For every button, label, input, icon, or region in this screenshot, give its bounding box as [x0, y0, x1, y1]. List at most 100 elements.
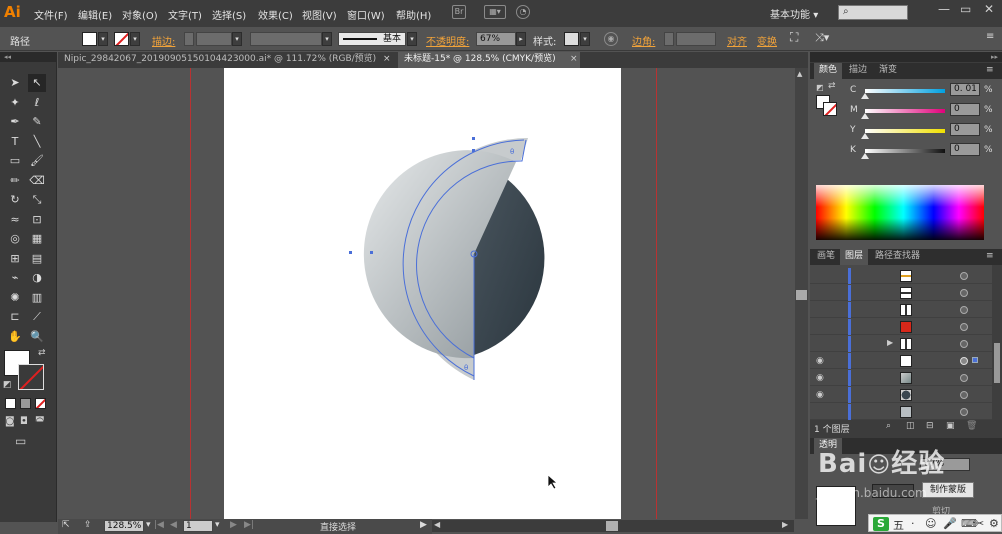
menu-window[interactable]: 窗口(W): [347, 7, 385, 22]
ime-mic-icon[interactable]: 🎤: [943, 517, 957, 530]
expand-arrow-icon[interactable]: ▶: [887, 338, 893, 347]
profile-dropdown[interactable]: ▾: [322, 32, 332, 46]
ime-skin-icon[interactable]: ✂: [975, 517, 984, 530]
opacity-dropdown[interactable]: ▸: [516, 32, 526, 46]
pen-tool[interactable]: ✒: [6, 113, 24, 131]
shape-builder-tool[interactable]: ◎: [6, 230, 24, 248]
horizontal-scroll-thumb[interactable]: [606, 521, 618, 531]
layers-scrollbar[interactable]: [992, 265, 1002, 422]
vertical-scrollbar[interactable]: ▲: [795, 68, 808, 519]
draw-inside-icon[interactable]: ◚: [35, 416, 45, 427]
recolor-artwork-icon[interactable]: ◉: [604, 32, 618, 46]
magenta-slider-thumb[interactable]: [861, 113, 869, 119]
corner-link[interactable]: 边角:: [632, 33, 655, 48]
screen-mode-icon[interactable]: ▭: [15, 434, 26, 448]
align-options-icon[interactable]: ⤨▾: [815, 31, 829, 45]
none-mode-button[interactable]: [35, 398, 46, 409]
target-icon[interactable]: [960, 374, 968, 382]
new-sublayer-icon[interactable]: ⊟: [926, 421, 934, 431]
stroke-swatch[interactable]: [114, 32, 129, 46]
target-icon[interactable]: [960, 391, 968, 399]
column-graph-tool[interactable]: ▥: [28, 289, 46, 307]
magenta-slider-track[interactable]: [865, 109, 945, 113]
type-tool[interactable]: T: [6, 133, 24, 151]
slice-tool[interactable]: ⟋: [28, 308, 46, 326]
symbol-sprayer-tool[interactable]: ✺: [6, 289, 24, 307]
horizontal-scrollbar[interactable]: ◀ ▶: [432, 520, 794, 532]
first-artboard-button[interactable]: |◀: [154, 520, 164, 530]
layer-row[interactable]: [810, 404, 992, 420]
transform-link[interactable]: 变换: [757, 33, 777, 48]
locate-object-icon[interactable]: ⌕: [886, 421, 891, 431]
fill-swatch[interactable]: [82, 32, 97, 46]
workspace-switcher[interactable]: 基本功能 ▾: [770, 6, 818, 21]
eraser-tool[interactable]: ⌫: [28, 172, 46, 190]
layer-row[interactable]: [810, 319, 992, 335]
artboard[interactable]: θ θ: [224, 68, 621, 519]
draw-normal-icon[interactable]: ◙: [5, 416, 15, 427]
target-icon[interactable]: [960, 340, 968, 348]
isolate-icon[interactable]: ⛶: [790, 30, 798, 45]
layer-row[interactable]: ◉: [810, 370, 992, 386]
menu-type[interactable]: 文字(T): [168, 7, 202, 22]
gradient-tool[interactable]: ▤: [28, 250, 46, 268]
tab-layers[interactable]: 图层: [840, 249, 869, 265]
canvas-area[interactable]: θ θ: [58, 68, 794, 519]
menu-effect[interactable]: 效果(C): [258, 7, 293, 22]
target-icon[interactable]: [960, 408, 968, 416]
close-icon[interactable]: ×: [383, 52, 391, 67]
align-link[interactable]: 对齐: [727, 33, 747, 48]
menu-object[interactable]: 对象(O): [122, 7, 158, 22]
direct-selection-tool[interactable]: ↖: [28, 74, 46, 92]
ime-emoji-icon[interactable]: ☺: [925, 517, 936, 530]
paintbrush-tool[interactable]: 🖌: [28, 152, 46, 170]
ime-toolbar[interactable]: S 五 · ☺ 🎤 ⌨ ✂ ⚙: [868, 514, 1002, 532]
artboard-tool[interactable]: ⊏: [6, 308, 24, 326]
tab-gradient[interactable]: 渐变: [874, 63, 902, 79]
rotate-tool[interactable]: ↻: [6, 191, 24, 209]
minimize-button[interactable]: —: [938, 2, 950, 16]
anchor-point[interactable]: [472, 137, 475, 140]
cyan-slider-thumb[interactable]: [861, 93, 869, 99]
make-mask-button[interactable]: 制作蒙版: [922, 482, 974, 498]
target-icon[interactable]: [960, 357, 968, 365]
panel-menu-icon[interactable]: ≡: [986, 31, 994, 42]
hand-tool[interactable]: ✋: [6, 328, 24, 346]
yellow-value-field[interactable]: 0: [950, 123, 980, 136]
eyedropper-tool[interactable]: ⌁: [6, 269, 24, 287]
scroll-right-icon[interactable]: ▶: [782, 520, 788, 529]
variable-width-profile[interactable]: [250, 32, 322, 46]
vertical-scroll-thumb[interactable]: [796, 290, 807, 300]
artboard-dropdown[interactable]: ▾: [215, 520, 220, 530]
artwork[interactable]: θ θ: [224, 68, 621, 519]
brush-definition[interactable]: 基本: [338, 32, 406, 46]
default-colors-icon[interactable]: ◩: [3, 380, 12, 390]
menu-help[interactable]: 帮助(H): [396, 7, 431, 22]
opacity-field[interactable]: 67%: [476, 32, 516, 46]
layer-row[interactable]: ◉: [810, 387, 992, 403]
selection-tool[interactable]: ➤: [6, 74, 24, 92]
draw-behind-icon[interactable]: ◘: [20, 416, 28, 427]
layer-row[interactable]: ▶: [810, 336, 992, 352]
corner-stepper[interactable]: [664, 32, 674, 46]
opacity-link[interactable]: 不透明度:: [426, 33, 469, 48]
stroke-weight-link[interactable]: 描边:: [152, 33, 175, 48]
menu-edit[interactable]: 编辑(E): [78, 7, 112, 22]
stroke-dropdown-arrow[interactable]: ▾: [130, 32, 140, 46]
delete-layer-icon[interactable]: 🗑: [966, 421, 977, 431]
tab-stroke[interactable]: 描边: [844, 63, 872, 79]
scroll-up-icon[interactable]: ▲: [797, 70, 802, 78]
free-transform-tool[interactable]: ⊡: [28, 211, 46, 229]
yellow-slider-track[interactable]: [865, 129, 945, 133]
layers-scroll-thumb[interactable]: [994, 343, 1000, 383]
close-icon[interactable]: ×: [570, 52, 578, 67]
eye-icon[interactable]: ◉: [816, 356, 824, 366]
anchor-point[interactable]: [370, 251, 373, 254]
layer-row[interactable]: [810, 302, 992, 318]
tab-nipic-document[interactable]: Nipic_29842067_20190905150104423000.ai* …: [58, 52, 391, 68]
layer-row[interactable]: ◉: [810, 353, 992, 369]
black-slider-track[interactable]: [865, 149, 945, 153]
target-icon[interactable]: [960, 306, 968, 314]
tools-collapse-bar[interactable]: ◂◂: [0, 52, 57, 62]
tab-untitled-15[interactable]: 未标题-15* @ 128.5% (CMYK/预览) ×: [398, 52, 580, 68]
